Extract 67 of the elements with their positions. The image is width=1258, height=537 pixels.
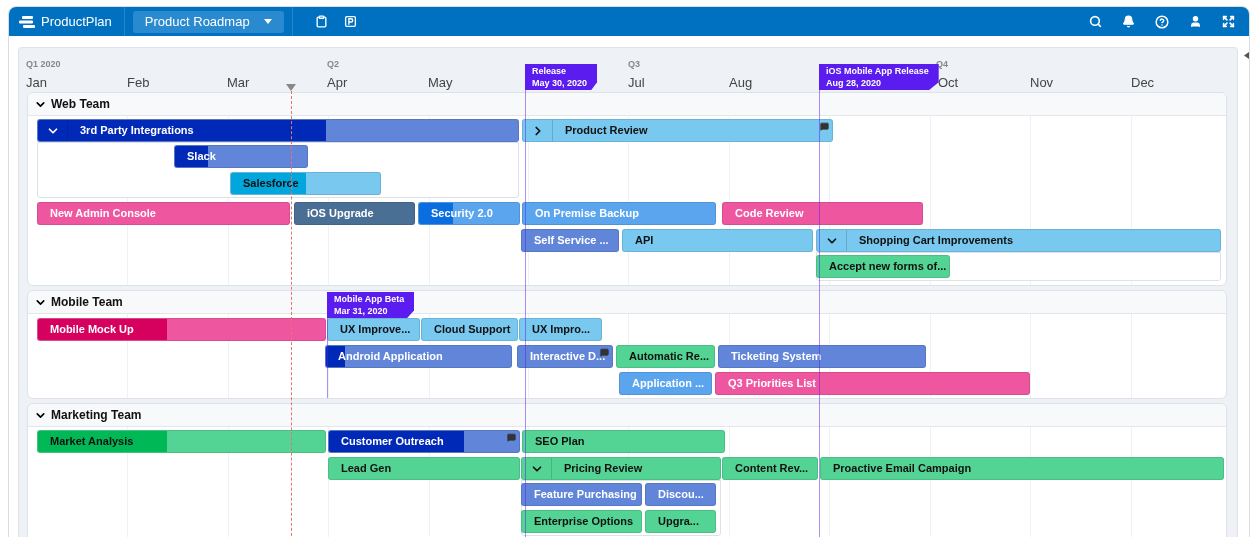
milestone-label: Release	[532, 65, 568, 77]
caret-icon	[263, 19, 272, 24]
quarter-label: Q3	[628, 58, 640, 71]
roadmap-bar[interactable]: Automatic Re...	[616, 345, 715, 368]
roadmap-bar[interactable]: Security 2.0	[418, 202, 520, 225]
fullscreen-icon[interactable]	[1222, 15, 1235, 28]
roadmap-bar[interactable]: Accept new forms of...	[816, 255, 950, 278]
month-label: Oct	[938, 74, 959, 92]
month-label: May	[428, 74, 453, 92]
month-label: Nov	[1030, 74, 1054, 92]
quarter-label: Q1 2020	[26, 58, 61, 71]
roadmap-bar[interactable]: Pricing Review	[521, 457, 721, 480]
roadmap-bar[interactable]: Proactive Email Campaign	[820, 457, 1224, 480]
month-label: Jul	[628, 74, 645, 92]
lane-title: Mobile Team	[51, 294, 123, 311]
milestone-date: May 30, 2020	[532, 77, 588, 89]
month-label: Feb	[127, 74, 150, 92]
roadmap-bar[interactable]: Cloud Support	[421, 318, 518, 341]
help-icon[interactable]	[1155, 14, 1169, 29]
lane-title: Marketing Team	[51, 407, 142, 424]
clipboard-icon[interactable]	[314, 15, 328, 28]
roadmap-bar[interactable]: Slack	[174, 145, 308, 168]
roadmap-bar[interactable]: Feature Purchasing	[521, 483, 642, 506]
search-icon[interactable]	[1089, 15, 1102, 28]
month-label: Mar	[227, 74, 250, 92]
month-label: Dec	[1131, 74, 1155, 92]
roadmap-bar[interactable]: Enterprise Options	[521, 510, 642, 533]
logo-icon	[19, 15, 35, 28]
roadmap-bar[interactable]: Self Service ...	[521, 229, 619, 252]
roadmap-bar[interactable]: Upgra...	[645, 510, 716, 533]
roadmap-dropdown[interactable]: Product Roadmap	[132, 10, 284, 33]
month-label: Aug	[729, 74, 753, 92]
milestone-flag[interactable]: Mobile App Beta Mar 31, 2020	[327, 292, 415, 318]
roadmap-bar[interactable]: Content Rev...	[722, 457, 818, 480]
milestone-date: Mar 31, 2020	[334, 305, 389, 317]
notification-bell-icon[interactable]	[1122, 15, 1135, 28]
roadmap-bar[interactable]: UX Impro...	[519, 318, 602, 341]
roadmap-bar[interactable]: API	[622, 229, 813, 252]
roadmap-bar[interactable]: Customer Outreach	[328, 430, 520, 453]
comment-icon[interactable]	[507, 433, 516, 442]
user-icon[interactable]	[1189, 15, 1202, 28]
milestone-label: Mobile App Beta	[334, 293, 405, 305]
roadmap-bar[interactable]: Market Analysis	[37, 430, 326, 453]
roadmap-bar[interactable]: Ticketing System	[718, 345, 926, 368]
milestone-flag[interactable]: iOS Mobile App Release Aug 28, 2020	[819, 64, 939, 90]
roadmap-bar[interactable]: Product Review	[522, 119, 833, 142]
quarter-label: Q2	[327, 58, 339, 71]
roadmap-bar[interactable]: iOS Upgrade	[294, 202, 415, 225]
roadmap-bar[interactable]: Discou...	[645, 483, 716, 506]
roadmap-bar[interactable]: SEO Plan	[522, 430, 725, 453]
roadmap-bar[interactable]: Shopping Cart Improvements	[816, 229, 1221, 252]
roadmap-bar[interactable]: Salesforce	[230, 172, 381, 195]
roadmap-bar[interactable]: UX Improve...	[327, 318, 420, 341]
milestone-label: iOS Mobile App Release	[826, 65, 929, 77]
parking-sign-icon[interactable]	[343, 15, 357, 28]
milestone-flag[interactable]: Release May 30, 2020	[525, 64, 598, 90]
lane-title: Web Team	[51, 96, 110, 113]
collapse-panel-icon[interactable]	[1244, 52, 1249, 59]
roadmap-bar[interactable]: 3rd Party Integrations	[37, 119, 519, 142]
brand-name: ProductPlan	[41, 12, 112, 31]
month-label: Apr	[327, 74, 348, 92]
roadmap-bar[interactable]: Mobile Mock Up	[37, 318, 326, 341]
month-label: Jan	[26, 74, 47, 92]
roadmap-bar[interactable]: Lead Gen	[328, 457, 520, 480]
roadmap-bar[interactable]: Interactive D...	[517, 345, 613, 368]
milestone-date: Aug 28, 2020	[826, 77, 883, 89]
comment-icon[interactable]	[820, 122, 829, 131]
